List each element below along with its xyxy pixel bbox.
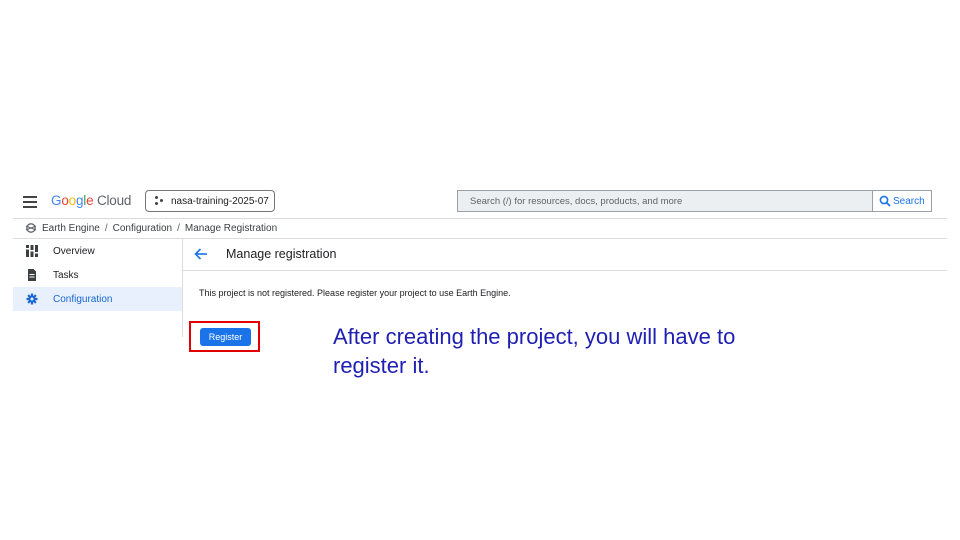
page-title: Manage registration [226, 247, 337, 261]
breadcrumb-configuration[interactable]: Configuration [113, 223, 172, 234]
document-icon [28, 269, 36, 281]
breadcrumb: Earth Engine / Configuration / Manage Re… [25, 222, 277, 234]
sidebar-item-label: Tasks [53, 269, 79, 281]
sidebar-item-label: Overview [53, 245, 95, 257]
breadcrumb-separator: / [177, 222, 180, 234]
back-arrow-icon[interactable] [194, 248, 208, 260]
annotation-text: After creating the project, you will hav… [333, 324, 736, 378]
sidebar-item-label: Configuration [53, 293, 113, 305]
console-screenshot: Google Cloud nasa-training-2025-07 Searc… [13, 187, 947, 346]
sidebar-item-tasks[interactable]: Tasks [13, 263, 182, 287]
project-icon [155, 196, 165, 206]
registration-notice: This project is not registered. Please r… [199, 288, 511, 298]
google-cloud-logo[interactable]: Google Cloud [51, 193, 131, 208]
project-picker-button[interactable]: nasa-training-2025-07 [145, 190, 275, 212]
search-button-label: Search [893, 195, 925, 207]
logo-letter: o [68, 193, 77, 208]
search-button[interactable]: Search [872, 190, 932, 212]
earth-engine-icon [25, 223, 37, 233]
search-input[interactable]: Search (/) for resources, docs, products… [457, 190, 873, 212]
logo-letter: o [61, 193, 69, 208]
logo-letter: e [86, 193, 94, 208]
sidebar-item-configuration[interactable]: Configuration [13, 287, 182, 311]
sidebar: Overview Tasks Configuration [13, 239, 183, 337]
dashboard-icon [26, 245, 38, 257]
divider [13, 218, 947, 219]
breadcrumb-current: Manage Registration [184, 222, 278, 234]
divider [183, 270, 947, 271]
logo-suffix: Cloud [96, 193, 132, 208]
sidebar-item-overview[interactable]: Overview [13, 239, 182, 263]
gear-icon [26, 293, 38, 305]
breadcrumb-earth-engine[interactable]: Earth Engine [42, 223, 100, 234]
hamburger-menu-icon[interactable] [23, 196, 37, 208]
search-icon [879, 195, 891, 207]
project-name: nasa-training-2025-07 [171, 195, 269, 207]
logo-letter: G [51, 193, 62, 208]
breadcrumb-separator: / [104, 222, 108, 234]
register-highlight-box [189, 321, 260, 352]
